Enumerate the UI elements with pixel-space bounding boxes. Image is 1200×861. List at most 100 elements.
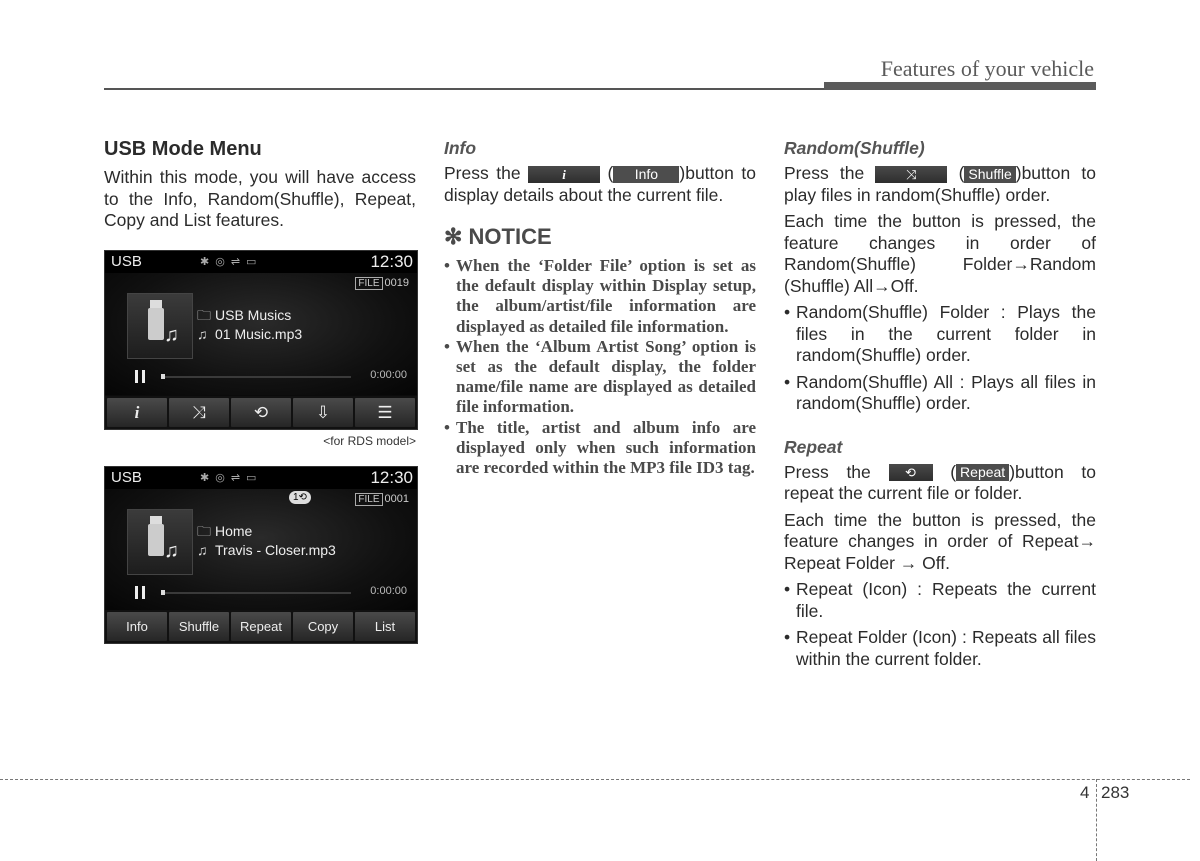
footer-divider	[1096, 779, 1097, 861]
shuffle-button[interactable]: ⤨	[169, 398, 229, 427]
file-counter: FILE 0001	[355, 493, 409, 506]
pause-icon[interactable]	[135, 370, 145, 383]
info-heading: Info	[444, 138, 477, 158]
track-line: ♫ 01 Music.mp3	[197, 326, 302, 342]
page-number: 283	[1101, 783, 1130, 802]
list-button[interactable]: List	[355, 612, 415, 641]
column-info: Info Press the i (Info)button to display…	[444, 138, 756, 478]
usb-screen-standard: USB ✱◎⇌▭ 12:30 1⟲ FILE 0001 ♫ 🗀 Home ♫ Trav…	[104, 466, 418, 644]
bluetooth-icon: ✱	[200, 472, 216, 484]
info-label-button-sample: Info	[613, 165, 680, 183]
music-note-icon: ♫	[197, 542, 208, 558]
intro-paragraph: Within this mode, you will have access t…	[104, 167, 416, 230]
shuffle-label-button-sample: Shuffle	[964, 165, 1016, 183]
info-icon-button-sample: i	[528, 165, 601, 183]
repeat-label-button-sample: Repeat	[956, 464, 1010, 482]
status-icons: ✱◎⇌▭	[200, 471, 262, 484]
shuffle-cycle-paragraph: Each time the button is pressed, the fea…	[784, 211, 1096, 296]
copy-button[interactable]: ⇩	[293, 398, 353, 427]
folder-name: USB Musics	[215, 307, 292, 323]
usb-screen-rds: USB ✱◎⇌▭ 12:30 FILE 0019 ♫ 🗀 USB Musics ♫ 0…	[104, 250, 418, 430]
track-line: ♫ Travis - Closer.mp3	[197, 542, 336, 558]
header-rule-bar	[824, 82, 1096, 90]
disc-icon: ◎	[215, 472, 231, 484]
clock: 12:30	[370, 468, 413, 487]
repeat-icon: ⟲	[905, 465, 916, 481]
file-tag: FILE	[355, 493, 383, 506]
info-button[interactable]: i	[107, 398, 167, 427]
shuffle-item: Random(Shuffle) Folder : Plays the files…	[784, 302, 1096, 367]
repeat-cycle-paragraph: Each time the button is pressed, the fea…	[784, 509, 1096, 573]
elapsed-time: 0:00:00	[370, 369, 407, 381]
shuffle-icon: ⤨	[906, 166, 917, 182]
copy-button[interactable]: Copy	[293, 612, 353, 641]
repeat-item: Repeat Folder (Icon) : Repeats all files…	[784, 627, 1096, 670]
file-tag: FILE	[355, 277, 383, 290]
list-button[interactable]: ☰	[355, 398, 415, 427]
elapsed-time: 0:00:00	[370, 585, 407, 597]
notice-item: When the ‘Album Artist Song’ option is s…	[444, 337, 756, 418]
status-icons: ✱◎⇌▭	[200, 255, 262, 268]
repeat-item: Repeat (Icon) : Repeats the current file…	[784, 579, 1096, 622]
notice-item: When the ‘Folder File’ option is set as …	[444, 256, 756, 337]
clock: 12:30	[370, 252, 413, 271]
disc-icon: ◎	[215, 256, 231, 268]
source-label: USB	[111, 469, 142, 486]
usb-icon: ⇌	[230, 256, 247, 268]
shuffle-text-pre: Press the	[784, 163, 865, 183]
repeat-icon: ⟲	[253, 402, 269, 422]
repeat-button[interactable]: Repeat	[231, 612, 291, 641]
info-text-pre: Press the	[444, 163, 521, 183]
usb-album-art: ♫	[127, 293, 193, 359]
usb-stick-icon	[148, 516, 164, 556]
info-icon: i	[562, 166, 566, 182]
section-heading: USB Mode Menu	[104, 138, 262, 160]
file-number: 0001	[384, 493, 409, 505]
shuffle-icon: ⤨	[192, 402, 206, 422]
footer-rule	[0, 779, 1190, 780]
status-bar: USB ✱◎⇌▭ 12:30	[105, 467, 417, 489]
info-icon: i	[134, 402, 140, 422]
column-usb-mode-menu: USB Mode Menu Within this mode, you will…	[104, 138, 416, 237]
shuffle-button[interactable]: Shuffle	[169, 612, 229, 641]
track-name: 01 Music.mp3	[215, 326, 303, 342]
now-playing: FILE 0019 ♫ 🗀 USB Musics ♫ 01 Music.mp3 0:0…	[105, 273, 417, 395]
music-note-icon: ♫	[164, 540, 179, 562]
music-note-icon: ♫	[197, 326, 208, 342]
shuffle-heading: Random(Shuffle)	[784, 138, 925, 158]
copy-icon: ⇩	[315, 402, 331, 422]
aux-icon: ▭	[246, 256, 263, 268]
repeat-one-indicator: 1⟲	[289, 491, 311, 504]
music-note-icon: ♫	[164, 324, 179, 346]
now-playing: 1⟲ FILE 0001 ♫ 🗀 Home ♫ Travis - Closer.mp3…	[105, 489, 417, 611]
repeat-heading: Repeat	[784, 436, 843, 457]
chapter-number: 4	[1080, 783, 1090, 802]
info-paragraph: Press the i (Info)button to display deta…	[444, 163, 756, 205]
progress-handle[interactable]	[161, 374, 165, 379]
running-header-title: Features of your vehicle	[880, 56, 1094, 81]
repeat-button[interactable]: ⟲	[231, 398, 291, 427]
source-label: USB	[111, 253, 142, 270]
usb-icon: ⇌	[230, 472, 247, 484]
file-counter: FILE 0019	[355, 277, 409, 290]
repeat-icon-button-sample: ⟲	[888, 464, 933, 482]
notice-item: The title, artist and album info are dis…	[444, 418, 756, 479]
folder-name: Home	[215, 523, 253, 539]
repeat-text-pre: Press the	[784, 461, 871, 482]
info-button[interactable]: Info	[107, 612, 167, 641]
pause-icon[interactable]	[135, 586, 145, 599]
progress-handle[interactable]	[161, 590, 165, 595]
softkey-bar: i ⤨ ⟲ ⇩ ☰	[105, 396, 417, 429]
aux-icon: ▭	[246, 472, 263, 484]
figure-caption: <for RDS model>	[323, 434, 416, 448]
progress-bar[interactable]	[161, 376, 351, 378]
header-rule	[104, 88, 824, 90]
list-icon: ☰	[377, 402, 393, 422]
progress-bar[interactable]	[161, 592, 351, 594]
notice-heading: ✻ NOTICE	[444, 224, 552, 249]
shuffle-item: Random(Shuffle) All : Plays all files in…	[784, 372, 1096, 415]
file-number: 0019	[384, 277, 409, 289]
status-bar: USB ✱◎⇌▭ 12:30	[105, 251, 417, 273]
shuffle-icon-button-sample: ⤨	[875, 165, 948, 183]
usb-stick-icon	[148, 300, 164, 340]
